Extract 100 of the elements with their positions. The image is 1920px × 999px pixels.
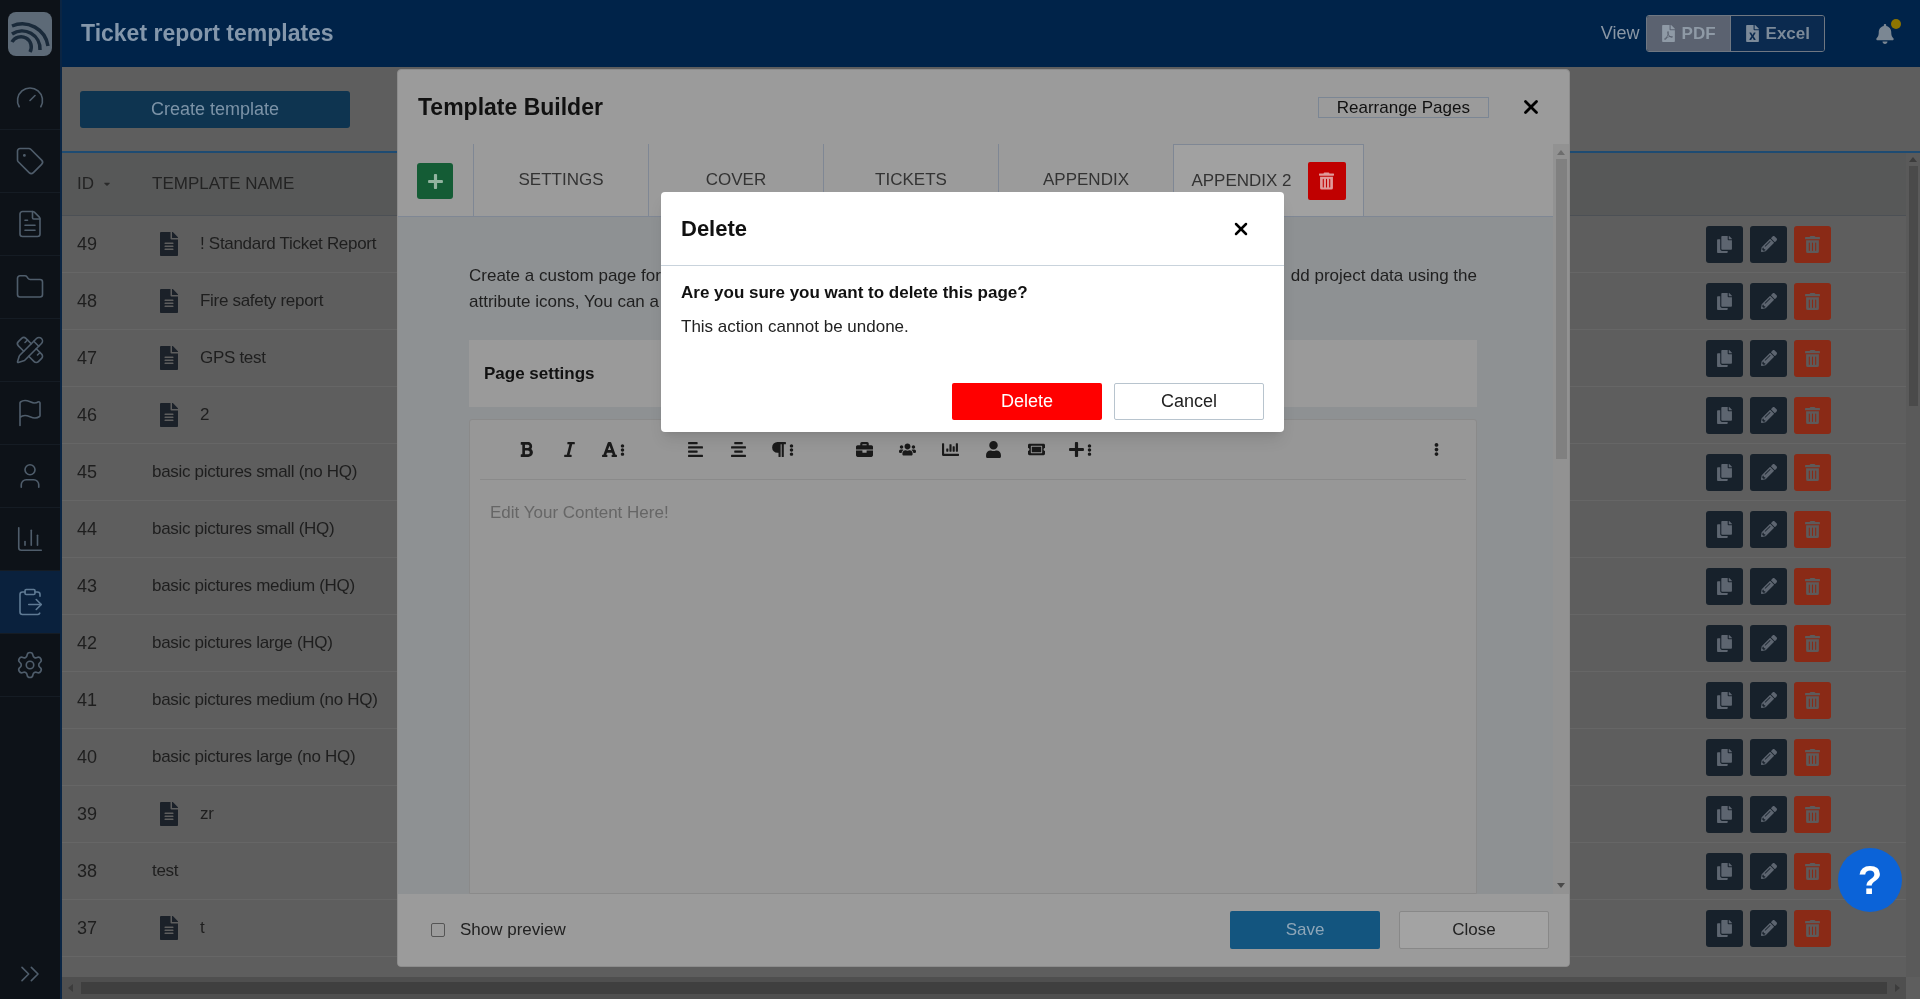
copy-icon — [1716, 235, 1733, 253]
trash-icon — [1805, 919, 1820, 937]
edit-button[interactable] — [1750, 282, 1787, 320]
edit-button[interactable] — [1750, 339, 1787, 377]
trash-icon — [1805, 634, 1820, 652]
edit-button[interactable] — [1750, 453, 1787, 491]
trash-icon — [1805, 862, 1820, 880]
view-option-button[interactable]: Excel — [1729, 16, 1824, 51]
help-button[interactable]: ? — [1838, 848, 1902, 912]
horizontal-scrollbar[interactable] — [62, 977, 1906, 999]
cancel-button[interactable]: Cancel — [1114, 383, 1264, 420]
duplicate-button[interactable] — [1706, 396, 1743, 434]
copy-icon — [1716, 634, 1733, 652]
bold-icon — [518, 441, 535, 458]
trash-icon — [1805, 349, 1820, 367]
duplicate-button[interactable] — [1706, 225, 1743, 263]
users-icon — [899, 441, 916, 458]
template-name-cell-text: basic pictures medium (no HQ) — [152, 689, 378, 712]
copy-icon — [1716, 748, 1733, 766]
show-preview-checkbox[interactable] — [431, 923, 445, 937]
trash-icon — [1805, 235, 1820, 253]
id-cell-text: 37 — [76, 916, 99, 940]
copy-icon — [1716, 577, 1733, 595]
edit-button[interactable] — [1750, 567, 1787, 605]
template-name-cell-text: Fire safety report — [200, 290, 324, 313]
user-icon — [985, 441, 1002, 458]
id-cell-text: 42 — [76, 631, 99, 655]
briefcase-icon — [856, 441, 873, 458]
builder-scrollbar[interactable] — [1553, 144, 1569, 894]
edit-button[interactable] — [1750, 738, 1787, 776]
excel-file-icon — [1744, 25, 1760, 42]
vertical-scrollbar[interactable] — [1906, 153, 1920, 977]
pencil-icon — [1760, 863, 1777, 879]
duplicate-button[interactable] — [1706, 339, 1743, 377]
close-button[interactable]: Close — [1399, 911, 1549, 949]
tag-icon — [15, 146, 45, 176]
align-center-icon — [730, 441, 747, 458]
insert-icon — [1067, 441, 1092, 458]
template-name-cell-text: basic pictures small (HQ) — [152, 518, 335, 541]
copy-icon — [1716, 406, 1733, 424]
page-settings-label: Page settings — [484, 362, 595, 385]
copy-icon — [1716, 805, 1733, 823]
trash-icon — [1805, 520, 1820, 538]
edit-button[interactable] — [1750, 909, 1787, 947]
edit-button[interactable] — [1750, 396, 1787, 434]
italic-icon — [561, 441, 578, 458]
logo-icon — [8, 11, 52, 56]
trash-icon — [1805, 805, 1820, 823]
pencil-icon — [1760, 236, 1777, 252]
edit-button[interactable] — [1750, 624, 1787, 662]
save-button[interactable]: Save — [1230, 911, 1380, 949]
plus-icon — [426, 172, 444, 190]
pencil-icon — [1760, 635, 1777, 651]
id-cell-text: 40 — [76, 745, 99, 769]
edit-button[interactable] — [1750, 795, 1787, 833]
chart-icon — [942, 441, 959, 458]
copy-icon — [1716, 349, 1733, 367]
edit-button[interactable] — [1750, 852, 1787, 890]
edit-button[interactable] — [1750, 225, 1787, 263]
duplicate-button[interactable] — [1706, 681, 1743, 719]
duplicate-button[interactable] — [1706, 510, 1743, 548]
pencil-icon — [1760, 692, 1777, 708]
add-page-button[interactable] — [417, 163, 453, 199]
template-name-cell-text: test — [152, 860, 179, 883]
pencil-icon — [1760, 749, 1777, 765]
trash-icon — [1805, 292, 1820, 310]
copy-icon — [1716, 862, 1733, 880]
duplicate-button[interactable] — [1706, 909, 1743, 947]
template-name-cell-text: zr — [200, 803, 214, 826]
duplicate-button[interactable] — [1706, 567, 1743, 605]
duplicate-button[interactable] — [1706, 738, 1743, 776]
template-name-cell-text: basic pictures small (no HQ) — [152, 461, 358, 484]
create-template-button[interactable]: Create template — [80, 90, 350, 128]
paragraph-icon — [769, 441, 794, 458]
rearrange-pages-button[interactable]: Rearrange Pages — [1317, 96, 1489, 118]
id-cell-text: 48 — [76, 289, 99, 313]
duplicate-button[interactable] — [1706, 453, 1743, 491]
trash-icon — [1319, 171, 1335, 190]
confirm-delete-button[interactable]: Delete — [952, 383, 1102, 420]
id-cell-text: 41 — [76, 688, 99, 712]
id-cell-text: 44 — [76, 517, 99, 541]
copy-icon — [1716, 292, 1733, 310]
trash-icon — [1805, 577, 1820, 595]
id-cell-text: 49 — [76, 232, 99, 256]
duplicate-button[interactable] — [1706, 852, 1743, 890]
delete-page-button[interactable] — [1307, 161, 1346, 200]
sidebar-item[interactable] — [0, 571, 60, 634]
pencil-icon — [1760, 920, 1777, 936]
settings-icon — [15, 650, 45, 680]
duplicate-button[interactable] — [1706, 282, 1743, 320]
edit-button[interactable] — [1750, 681, 1787, 719]
duplicate-button[interactable] — [1706, 624, 1743, 662]
template-name-cell-text: ! Standard Ticket Report — [200, 233, 377, 256]
pencil-icon — [1760, 407, 1777, 423]
duplicate-button[interactable] — [1706, 795, 1743, 833]
pencil-icon — [1760, 521, 1777, 537]
view-label: View — [1600, 22, 1640, 45]
pencil-icon — [1760, 806, 1777, 822]
trash-icon — [1805, 748, 1820, 766]
edit-button[interactable] — [1750, 510, 1787, 548]
